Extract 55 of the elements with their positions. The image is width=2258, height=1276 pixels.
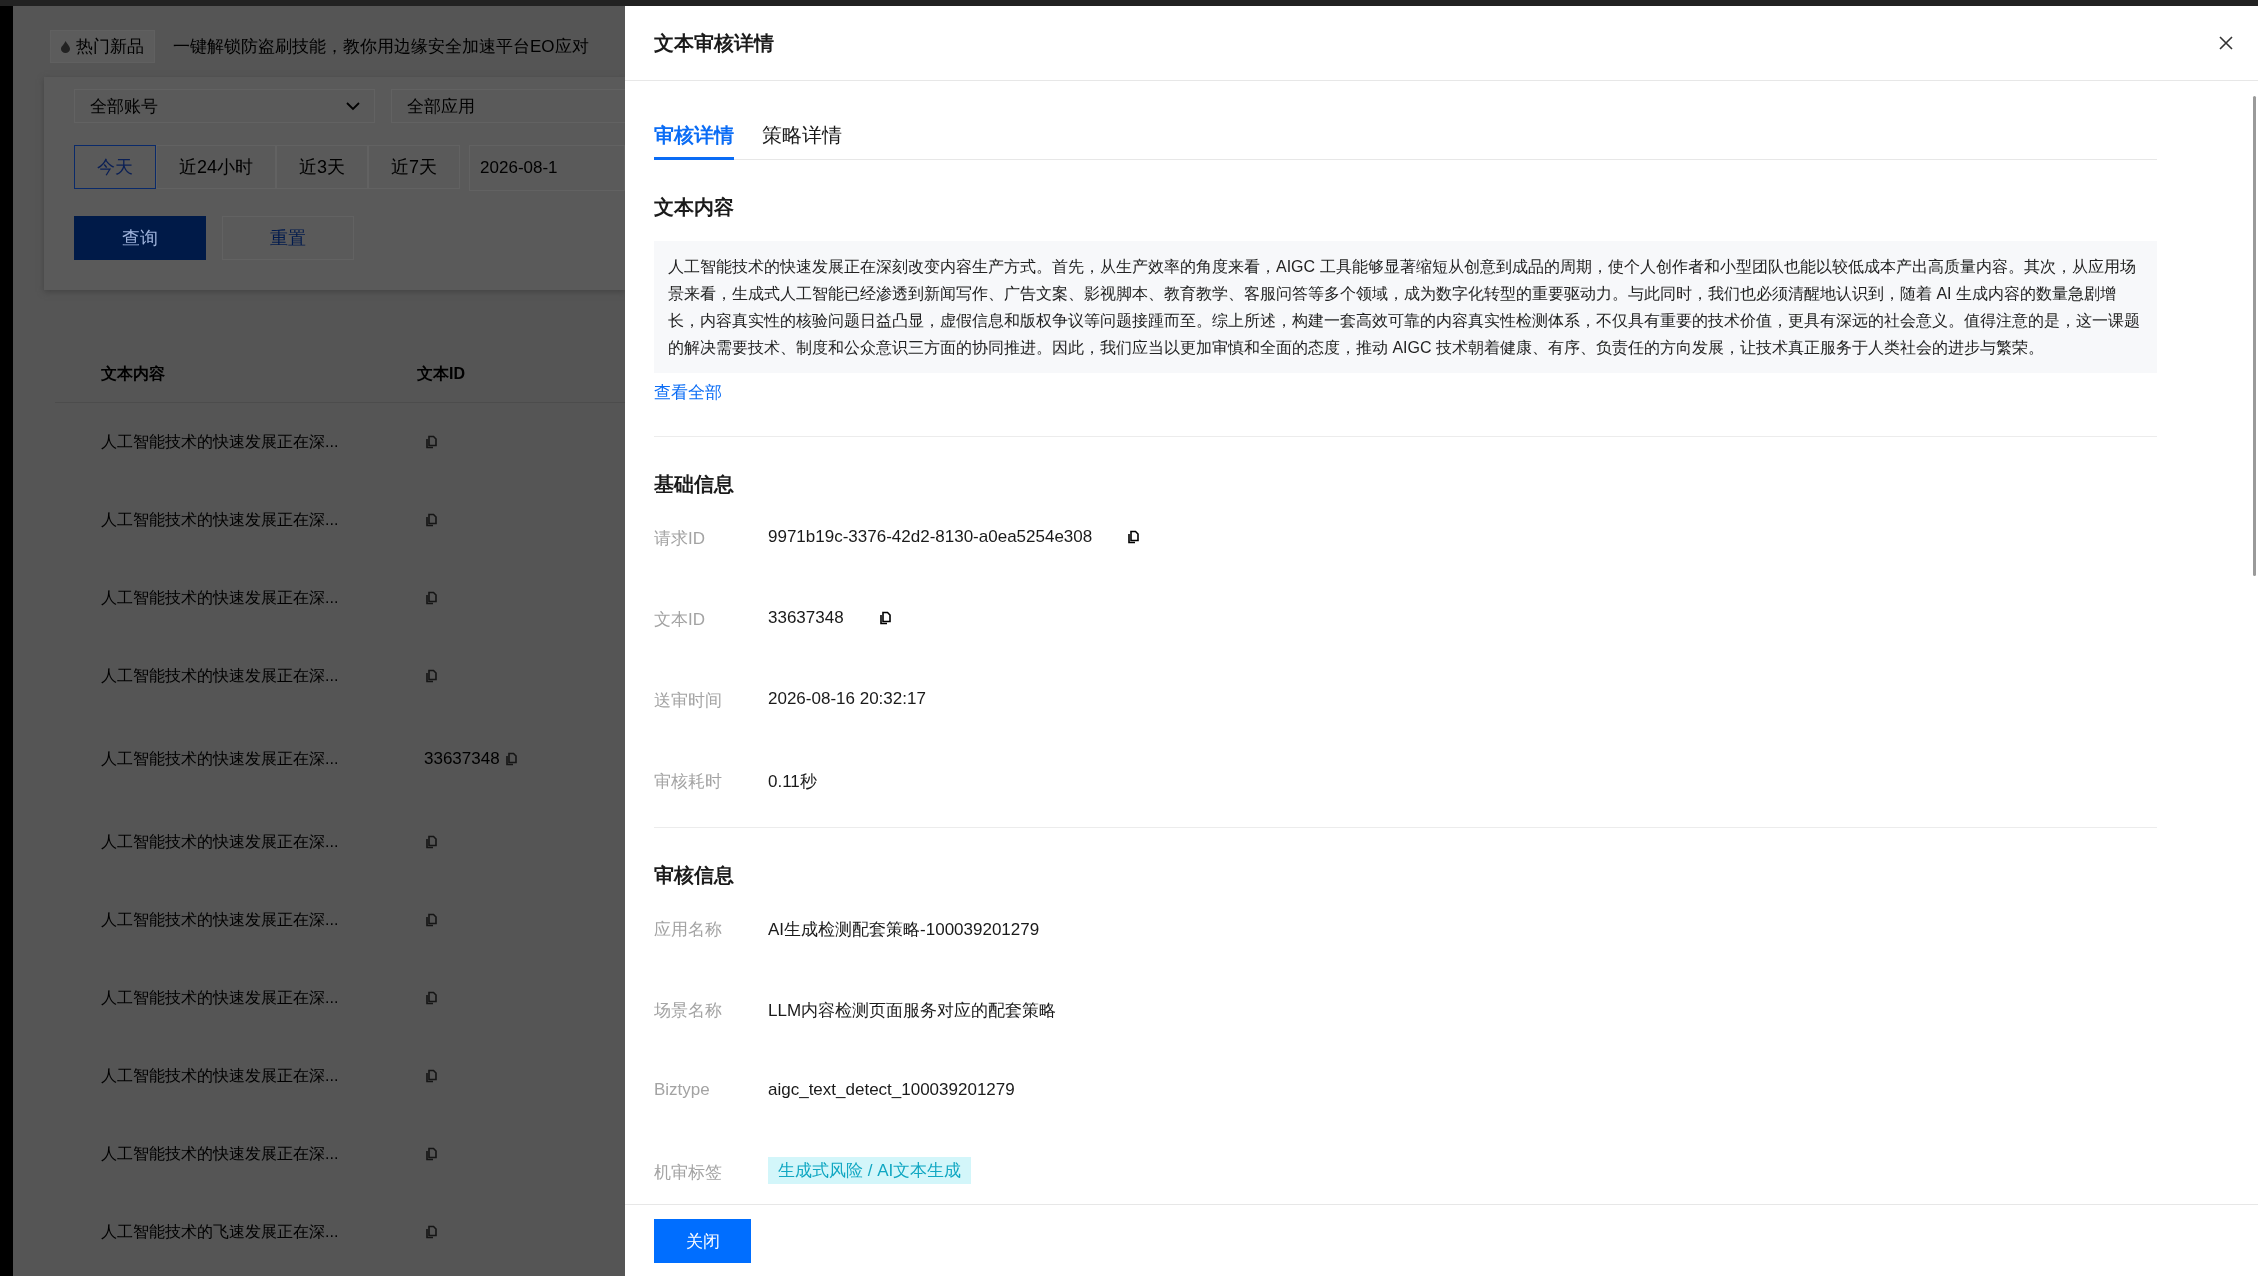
label-tag: 生成式风险 / AI文本生成	[768, 1157, 972, 1184]
banner-text[interactable]: 一键解锁防盗刷技能，教你用边缘安全加速平台EO应对	[173, 35, 589, 58]
table-cell-text: 人工智能技术的快速发展正在深...	[101, 509, 340, 530]
table-cell-text: 人工智能技术的快速发展正在深...	[101, 1143, 340, 1164]
column-header: 文本ID	[417, 364, 466, 384]
reset-button[interactable]: 重置	[222, 216, 354, 260]
field-label: 审核耗时	[654, 771, 723, 793]
table-cell-text: 人工智能技术的快速发展正在深...	[101, 831, 340, 852]
section-title: 文本内容	[654, 195, 735, 220]
field-label: 应用名称	[654, 919, 723, 941]
time-range-tab[interactable]: 今天	[74, 145, 156, 189]
field-value: 9971b19c-3376-42d2-8130-a0ea5254e308	[768, 527, 1093, 547]
field-label: 送审时间	[654, 690, 723, 712]
section-title: 审核信息	[654, 863, 735, 888]
table-cell-text: 人工智能技术的快速发展正在深...	[101, 748, 340, 769]
field-value: 0.11秒	[768, 771, 817, 793]
tab[interactable]: 审核详情	[654, 116, 734, 160]
table-cell-text: 人工智能技术的快速发展正在深...	[101, 909, 340, 930]
app-filter[interactable]: 全部应用	[391, 89, 625, 123]
field-value: 2026-08-16 20:32:17	[768, 689, 926, 709]
table-cell-text: 人工智能技术的快速发展正在深...	[101, 987, 340, 1008]
close-icon[interactable]	[2218, 35, 2234, 51]
field-value: LLM内容检测页面服务对应的配套策略	[768, 1000, 1057, 1022]
field-value: aigc_text_detect_100039201279	[768, 1080, 1015, 1100]
table-cell-text: 人工智能技术的快速发展正在深...	[101, 587, 340, 608]
chevron-down-icon	[346, 101, 360, 111]
section-title: 基础信息	[654, 472, 735, 497]
hot-badge: 热门新品	[50, 30, 155, 63]
field-label: 机审标签	[654, 1162, 723, 1184]
field-label: 场景名称	[654, 1000, 723, 1022]
field-label: 请求ID	[654, 528, 706, 550]
account-dropdown[interactable]: 全部账号	[74, 89, 375, 123]
query-button[interactable]: 查询	[74, 216, 206, 260]
drawer-title: 文本审核详情	[654, 30, 774, 56]
table-cell-text: 人工智能技术的飞速发展正在深...	[101, 1221, 340, 1242]
copy-icon[interactable]	[877, 611, 892, 625]
time-range-tab[interactable]: 近3天	[276, 145, 369, 189]
date-field[interactable]: 2026-08-1	[469, 145, 625, 191]
text-content: 人工智能技术的快速发展正在深刻改变内容生产方式。首先，从生产效率的角度来看，AIGC 工具能够显著缩短从创意到成品的周期，使个人创作者和小型团队也能以较低成本产出高质量内容。其次，从应用场景来看，生成式人工智能已经渗透到新闻写作、广告文案、影视脚本、教育教学、客服问答等多个领域，成为数字化转型的重要驱动力。与此同时，我们也必须清醒地认识到，随着 AI 生成内容的数量急剧增长，内容真实性的核验问题日益凸显，虚假信息和版权争议等问题接踵而至。综上所述，构建一套高效可靠的内容真实性检测体系，不仅具有重要的技术价值，更具有深远的社会意义。值得注意的是，这一课题的解决需要技术、制度和公众意识三方面的协同推进。因此，我们应当以更加审慎和全面的态度，推动 AIGC 技术朝着健康、有序、负责任的方向发展，让技术真正服务于人类社会的进步与繁荣。	[654, 241, 2157, 373]
column-header: 文本内容	[101, 364, 166, 384]
field-label: 文本ID	[654, 609, 706, 631]
copy-icon[interactable]	[1126, 530, 1141, 544]
field-value: 33637348	[768, 608, 844, 628]
time-range-tab[interactable]: 近7天	[368, 145, 461, 189]
close-button[interactable]: 关闭	[654, 1219, 751, 1263]
tab[interactable]: 策略详情	[762, 116, 842, 160]
table-cell: 33637348	[424, 749, 500, 769]
table-cell-text: 人工智能技术的快速发展正在深...	[101, 431, 340, 452]
table-cell-text: 人工智能技术的快速发展正在深...	[101, 665, 340, 686]
scrollbar[interactable]	[2253, 96, 2256, 576]
field-label: Biztype	[654, 1080, 711, 1100]
view-all-link[interactable]: 查看全部	[654, 381, 722, 404]
table-cell-text: 人工智能技术的快速发展正在深...	[101, 1065, 340, 1086]
field-value: AI生成检测配套策略-100039201279	[768, 919, 1040, 941]
time-range-tab[interactable]: 近24小时	[156, 145, 277, 189]
